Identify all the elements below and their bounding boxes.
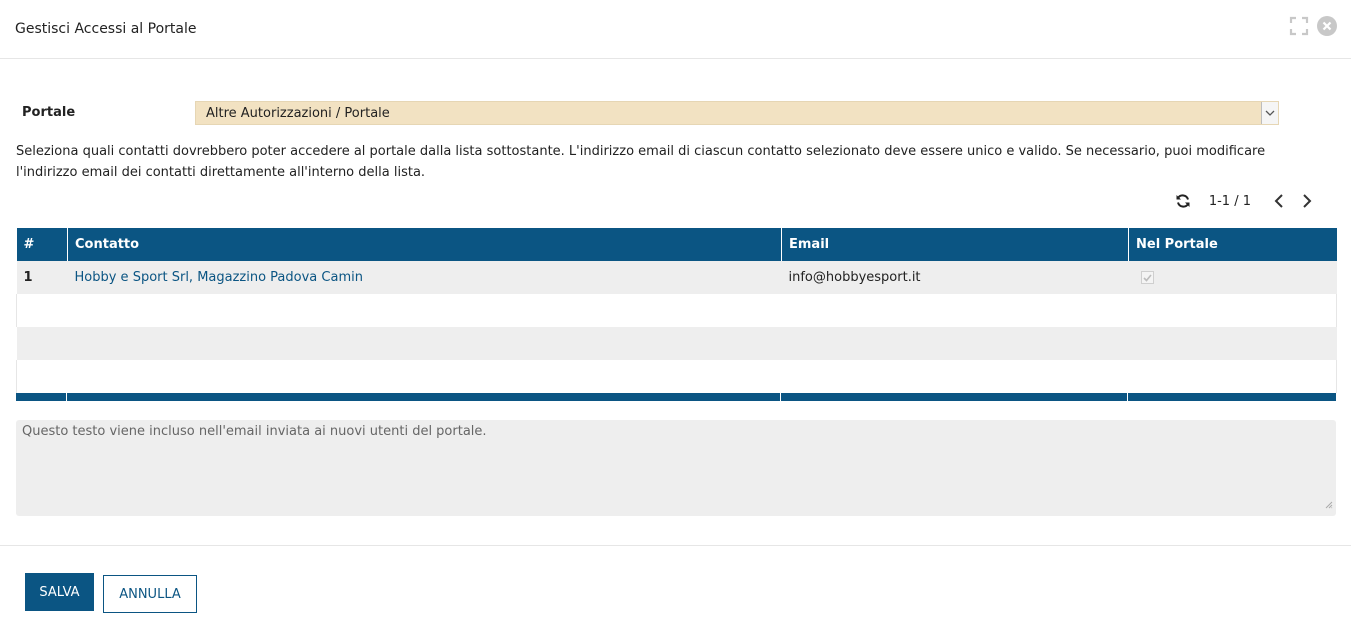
footer-divider xyxy=(0,545,1351,546)
dialog-header: Gestisci Accessi al Portale xyxy=(0,0,1351,59)
pager-count: 1-1 / 1 xyxy=(1208,193,1251,209)
email-note-placeholder: Questo testo viene incluso nell'email in… xyxy=(22,424,487,439)
grid-footer xyxy=(16,393,1336,401)
portal-label: Portale xyxy=(22,105,76,120)
column-header-number[interactable]: # xyxy=(16,228,68,261)
instructions-text: Seleziona quali contatti dovrebbero pote… xyxy=(16,144,1266,180)
row-contact-link[interactable]: Hobby e Sport Srl, Magazzino Padova Cami… xyxy=(67,261,782,294)
save-button[interactable]: SALVA xyxy=(25,573,94,611)
dialog-title: Gestisci Accessi al Portale xyxy=(15,21,197,37)
column-header-email[interactable]: Email xyxy=(781,228,1129,261)
empty-row xyxy=(16,327,1337,360)
in-portal-checkbox[interactable] xyxy=(1140,271,1154,284)
row-email[interactable]: info@hobbyesport.it xyxy=(781,261,1129,294)
refresh-icon[interactable] xyxy=(1175,193,1191,209)
empty-row xyxy=(16,294,1337,327)
chevron-down-icon[interactable] xyxy=(1261,102,1278,124)
next-page-icon[interactable] xyxy=(1293,194,1321,208)
maximize-icon[interactable] xyxy=(1289,16,1309,36)
row-in-portal-cell xyxy=(1128,261,1337,294)
portal-select[interactable]: Altre Autorizzazioni / Portale xyxy=(195,101,1279,125)
resize-grip-icon[interactable] xyxy=(1325,498,1333,513)
contacts-grid: # Contatto Email Nel Portale 1 Hobby e S… xyxy=(16,228,1337,401)
pager: 1-1 / 1 xyxy=(1175,193,1321,209)
grid-header-row: # Contatto Email Nel Portale xyxy=(16,228,1337,261)
column-header-contact[interactable]: Contatto xyxy=(67,228,782,261)
portal-select-value: Altre Autorizzazioni / Portale xyxy=(206,106,390,121)
cancel-button[interactable]: ANNULLA xyxy=(103,575,197,613)
email-note-textarea[interactable]: Questo testo viene incluso nell'email in… xyxy=(16,420,1336,516)
header-actions xyxy=(1289,16,1337,36)
prev-page-icon[interactable] xyxy=(1265,194,1293,208)
table-row[interactable]: 1 Hobby e Sport Srl, Magazzino Padova Ca… xyxy=(16,261,1337,294)
empty-row xyxy=(16,360,1337,393)
row-number: 1 xyxy=(16,261,68,294)
close-icon[interactable] xyxy=(1317,16,1337,36)
column-header-in-portal[interactable]: Nel Portale xyxy=(1128,228,1337,261)
